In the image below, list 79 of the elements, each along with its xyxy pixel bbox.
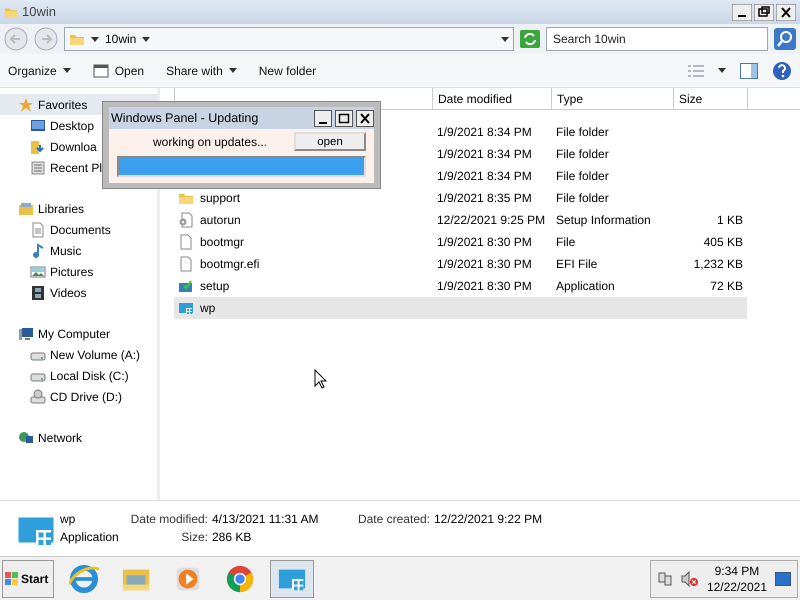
detail-label: Size: [180,528,208,546]
help-icon[interactable] [772,60,792,80]
nav-item[interactable]: Network [0,427,157,448]
close-button[interactable] [356,110,374,126]
address-field[interactable]: 10win [64,27,514,51]
download-folder-icon [30,138,46,154]
network-status-icon[interactable] [656,570,673,586]
close-button[interactable] [776,4,796,20]
column-header[interactable]: Type [551,88,673,110]
restore-button[interactable] [754,4,774,20]
music-note-icon [30,242,46,258]
show-desktop-button[interactable] [775,572,791,586]
network-icon [18,430,34,446]
toolbar-button[interactable]: Share with [166,62,237,80]
window-icon [92,62,109,78]
nav-item[interactable]: Documents [0,219,157,240]
computer-icon [18,326,34,342]
mouse-cursor-icon [314,369,328,389]
caret-icon [718,68,726,73]
file-row[interactable]: autorun 12/22/2021 9:25 PM Setup Information 1 KB [174,209,747,231]
recent-places-icon [30,160,46,176]
document-icon [30,222,46,238]
view-options-icon[interactable] [688,64,704,78]
application-icon [178,300,194,316]
file-icon [178,256,194,272]
detail-value: 4/13/2021 11:31 AM [212,510,320,528]
clock-time[interactable]: 9:34 PM [706,562,767,578]
pictures-icon [30,264,46,280]
preview-pane-button[interactable] [740,62,758,78]
open-button[interactable]: open [294,132,366,151]
installer-icon [178,278,194,294]
detail-value: 12/22/2021 9:22 PM [434,510,544,528]
nav-item[interactable]: Pictures [0,261,157,282]
window-title: 10win [22,3,56,22]
file-type: Application [60,528,120,546]
file-row[interactable]: bootmgr 1/9/2021 8:30 PM File 405 KB [174,231,747,253]
clock-date[interactable]: 12/22/2021 [706,578,767,594]
desktop-icon [30,118,46,134]
file-name: wp [60,510,76,528]
search-button[interactable] [774,28,796,50]
caret-icon [501,36,509,42]
detail-value: 286 KB [212,528,252,546]
status-message: working on updates... [153,134,268,150]
start-button[interactable]: Start [2,560,54,598]
minimize-button[interactable] [732,4,752,20]
browser-e-icon [69,564,99,594]
star-icon [18,96,34,112]
maximize-button[interactable] [335,110,353,126]
nav-item[interactable]: Libraries [0,198,157,219]
caret-icon [142,36,150,42]
nav-item[interactable]: Local Disk (C:) [0,365,157,386]
taskbar-button[interactable] [270,560,314,598]
chrome-icon [225,564,255,594]
file-icon [178,234,194,250]
file-row[interactable]: 1/9/2021 8:34 PM File folder [174,165,747,187]
film-icon [30,284,46,300]
file-row[interactable]: bootmgr.efi 1/9/2021 8:30 PM EFI File 1,232 KB [174,253,747,275]
nav-item[interactable]: My Computer [0,323,157,344]
refresh-button[interactable] [520,30,540,48]
search-field[interactable]: Search 10win [546,27,768,51]
windows-logo-icon [5,572,19,586]
file-row[interactable]: wp [174,297,747,319]
caret-icon [91,36,99,42]
detail-label: Date created: [356,510,430,528]
column-header[interactable]: Size [673,88,747,110]
toolbar-button[interactable]: Organize [8,62,71,80]
nav-item[interactable]: CD Drive (D:) [0,386,157,407]
nav-item[interactable]: Music [0,240,157,261]
nav-item[interactable]: New Volume (A:) [0,344,157,365]
muted-volume-icon[interactable] [680,570,699,586]
detail-label: Date modified: [130,510,208,528]
minimize-button[interactable] [314,110,332,126]
toolbar-button[interactable]: Open [92,62,144,80]
column-header[interactable]: Date modified [432,88,551,110]
library-icon [18,200,34,216]
nav-item[interactable]: Videos [0,282,157,303]
toolbar-button[interactable]: New folder [258,62,316,80]
file-row[interactable]: setup 1/9/2021 8:30 PM Application 72 KB [174,275,747,297]
gear-document-icon [178,212,194,228]
